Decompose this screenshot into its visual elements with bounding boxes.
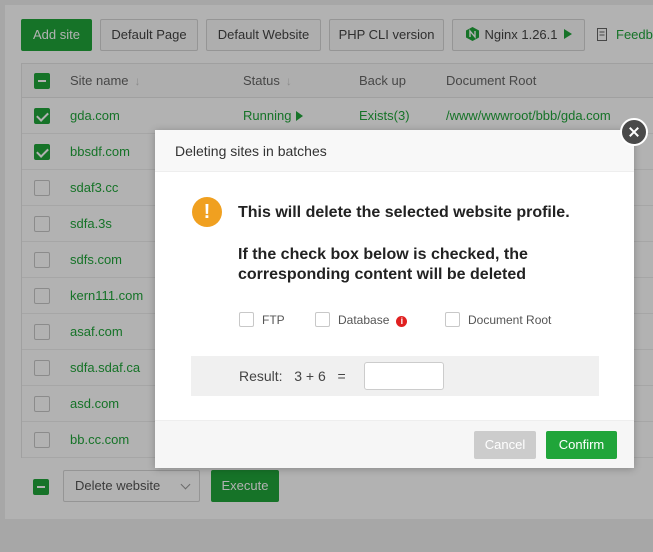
dialog-title: Deleting sites in batches — [155, 130, 634, 172]
close-icon[interactable] — [620, 118, 648, 146]
captcha-result: Result: 3 + 6 = — [191, 356, 599, 396]
document-root-checkbox[interactable] — [445, 312, 460, 327]
ftp-checkbox[interactable] — [239, 312, 254, 327]
database-label: Database — [338, 313, 390, 327]
ftp-option[interactable]: FTP — [239, 311, 285, 329]
confirm-button[interactable]: Confirm — [546, 431, 617, 459]
delete-sites-dialog: Deleting sites in batches ! This will de… — [155, 130, 634, 468]
ftp-label: FTP — [262, 313, 285, 327]
document-root-option[interactable]: Document Root — [445, 311, 551, 329]
document-root-label: Document Root — [468, 313, 552, 327]
result-label: Result: 3 + 6 = — [239, 368, 346, 384]
database-checkbox[interactable] — [315, 312, 330, 327]
cancel-button[interactable]: Cancel — [474, 431, 536, 459]
warning-icon: ! — [192, 197, 222, 227]
database-option[interactable]: Database i — [315, 311, 408, 329]
result-input[interactable] — [364, 362, 444, 390]
dialog-footer: Cancel Confirm — [155, 420, 634, 468]
info-icon[interactable]: i — [396, 316, 408, 327]
dialog-submessage: If the check box below is checked, the c… — [238, 246, 528, 283]
dialog-message: This will delete the selected website pr… — [238, 204, 570, 221]
